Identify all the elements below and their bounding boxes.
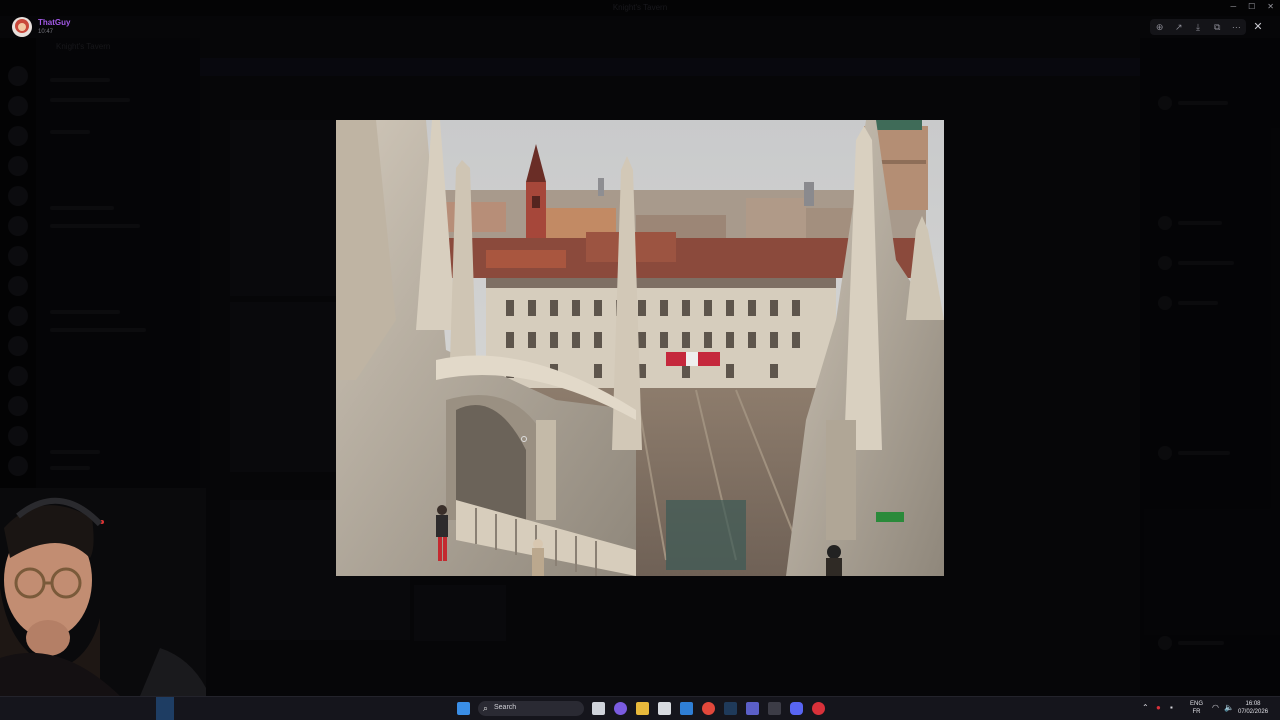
tray-overflow-icon[interactable]: ⌃ xyxy=(1142,703,1149,712)
opera-icon[interactable] xyxy=(812,702,825,715)
clock[interactable]: 16:08 07/02/2026 xyxy=(1238,700,1268,716)
screen: Knight's Tavern Knight's Tavern ─ ☐ ✕ Th… xyxy=(0,0,1280,720)
taskbar-highlight xyxy=(156,697,174,720)
post-time: 10:47 xyxy=(38,29,54,35)
download-icon[interactable]: ⤓ xyxy=(1191,22,1205,33)
maximize-button[interactable]: ☐ xyxy=(1248,2,1255,11)
file-explorer-icon[interactable] xyxy=(636,702,649,715)
author-name[interactable]: ThatGuy xyxy=(38,18,70,27)
chrome-icon[interactable] xyxy=(702,702,715,715)
steam-icon[interactable] xyxy=(724,702,737,715)
window-close-button[interactable]: ✕ xyxy=(1267,2,1274,11)
volume-icon[interactable]: 🔈 xyxy=(1224,703,1234,712)
share-icon[interactable]: ↗ xyxy=(1172,22,1186,33)
calendar-icon[interactable] xyxy=(658,702,671,715)
taskbar: ⌕ Search ⌃ ● ▪ ◠ 🔈 ENG FR 16:08 07/02/20… xyxy=(0,696,1280,720)
clock-time: 16:08 xyxy=(1245,701,1261,707)
open-external-icon[interactable]: ⧉ xyxy=(1210,22,1224,33)
start-icon[interactable] xyxy=(457,702,470,715)
clock-date: 07/02/2026 xyxy=(1238,709,1269,715)
language-primary: ENG xyxy=(1190,701,1204,707)
more-options-icon[interactable]: ⋯ xyxy=(1229,22,1243,33)
viewer-header: ThatGuy 10:47 ⊕ ↗ ⤓ ⧉ ⋯ ✕ xyxy=(0,14,1280,42)
viewer-toolbar: ⊕ ↗ ⤓ ⧉ ⋯ xyxy=(1150,19,1246,35)
copilot-icon[interactable] xyxy=(614,702,627,715)
search-icon: ⌕ xyxy=(483,703,489,713)
mouse-cursor xyxy=(521,436,527,442)
teams-icon[interactable] xyxy=(746,702,759,715)
window-controls: ─ ☐ ✕ xyxy=(1230,2,1274,11)
close-viewer-button[interactable]: ✕ xyxy=(1250,19,1266,35)
language-secondary: FR xyxy=(1192,709,1201,715)
viewer-image[interactable] xyxy=(336,120,944,576)
language-indicator[interactable]: ENG FR xyxy=(1190,700,1203,716)
minimize-button[interactable]: ─ xyxy=(1230,2,1236,11)
zoom-icon[interactable]: ⊕ xyxy=(1153,22,1167,33)
webcam-overlay xyxy=(0,488,206,696)
wifi-icon[interactable]: ◠ xyxy=(1212,703,1219,712)
tray-app-icon[interactable]: ● xyxy=(1156,703,1161,712)
tray-app-icon[interactable]: ▪ xyxy=(1170,703,1173,712)
task-view-icon[interactable] xyxy=(592,702,605,715)
author-avatar[interactable] xyxy=(12,17,32,37)
taskbar-search[interactable]: ⌕ Search xyxy=(478,701,584,716)
discord-icon[interactable] xyxy=(790,702,803,715)
avatar-face xyxy=(18,23,26,31)
mail-icon[interactable] xyxy=(680,702,693,715)
obs-icon[interactable] xyxy=(768,702,781,715)
search-label: Search xyxy=(494,704,517,711)
